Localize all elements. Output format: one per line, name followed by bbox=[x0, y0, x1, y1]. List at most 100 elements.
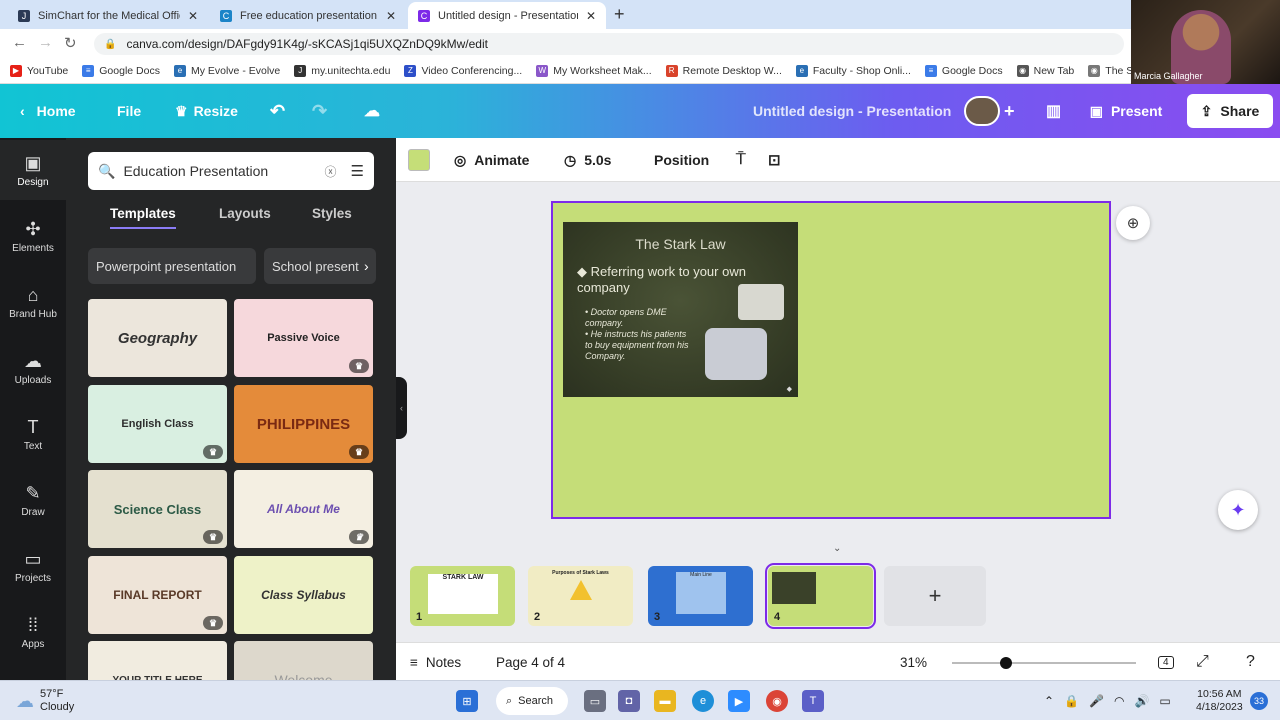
rail-item-projects[interactable]: ▭ Projects bbox=[0, 536, 66, 596]
bookmark-label: Remote Desktop W... bbox=[682, 64, 782, 77]
close-tab-icon[interactable]: ✕ bbox=[188, 9, 198, 23]
home-button[interactable]: ‹ Home bbox=[20, 84, 76, 138]
collaborator-avatars[interactable] bbox=[964, 96, 1000, 126]
help-icon[interactable]: ? bbox=[1246, 643, 1255, 681]
close-tab-icon[interactable]: ✕ bbox=[586, 9, 596, 23]
template-search-input[interactable]: 🔍 Education Presentation ⓧ ☰ bbox=[88, 152, 374, 190]
bookmark-new-tab[interactable]: ◉ New Tab bbox=[1016, 64, 1074, 77]
present-button[interactable]: ▣ Present bbox=[1080, 96, 1172, 126]
rail-item-draw[interactable]: ✎ Draw bbox=[0, 470, 66, 530]
template-geography[interactable]: Geography bbox=[88, 299, 227, 377]
zoom-slider-handle[interactable] bbox=[1000, 657, 1012, 669]
add-page-button[interactable]: + bbox=[884, 566, 986, 626]
bookmark-google-docs-2[interactable]: ≡ Google Docs bbox=[924, 64, 1003, 77]
template-class-syllabus[interactable]: Class Syllabus bbox=[234, 556, 373, 634]
clock[interactable]: 10:56 AM 4/18/2023 bbox=[1196, 681, 1243, 721]
fullscreen-icon[interactable]: ⤢ bbox=[1196, 643, 1209, 681]
bookmark-worksheet[interactable]: W My Worksheet Mak... bbox=[536, 64, 652, 77]
bookmark-unitechta[interactable]: Jmy.unitechta.edu bbox=[294, 64, 390, 77]
teams-chat-icon[interactable]: ◘ bbox=[618, 681, 640, 721]
browser-tab-simchart[interactable]: J SimChart for the Medical Office ✕ bbox=[8, 2, 208, 29]
add-comment-icon[interactable]: ⊕ bbox=[1116, 206, 1150, 240]
animate-button[interactable]: ◎ Animate bbox=[454, 138, 529, 182]
rail-item-text[interactable]: T Text bbox=[0, 404, 66, 464]
undo-icon[interactable]: ↶ bbox=[270, 84, 285, 138]
notifications-button[interactable]: 33 bbox=[1250, 681, 1268, 721]
template-science-class[interactable]: Science Class ♛ bbox=[88, 470, 227, 548]
rail-item-elements[interactable]: ✣ Elements bbox=[0, 206, 66, 266]
clear-search-icon[interactable]: ⓧ bbox=[325, 163, 337, 180]
system-tray[interactable]: ⌃ 🔒 🎤 ◠ 🔊 ▭ bbox=[1044, 681, 1171, 721]
taskbar-search[interactable]: ⌕ Search bbox=[496, 687, 568, 715]
rail-item-apps[interactable]: ⁞⁞ Apps bbox=[0, 602, 66, 662]
bookmark-remote-desktop[interactable]: R Remote Desktop W... bbox=[665, 64, 782, 77]
template-welcome[interactable]: Welcome bbox=[234, 641, 373, 680]
template-your-title-here[interactable]: YOUR TITLE HERE bbox=[88, 641, 227, 680]
edge-icon[interactable]: e bbox=[692, 681, 714, 721]
chip-powerpoint-presentation[interactable]: Powerpoint presentation bbox=[88, 248, 256, 284]
file-menu[interactable]: File bbox=[117, 84, 141, 138]
tab-layouts[interactable]: Layouts bbox=[219, 200, 271, 227]
resize-button[interactable]: ♛ Resize bbox=[175, 84, 238, 138]
page-thumb-3[interactable]: Main Line 3 bbox=[648, 566, 753, 626]
chrome-icon[interactable]: ◉ bbox=[766, 681, 788, 721]
close-tab-icon[interactable]: ✕ bbox=[386, 9, 396, 23]
slide-image-stark-law[interactable]: The Stark Law ◆ Referring work to your o… bbox=[563, 222, 798, 397]
page-grid-button[interactable]: 4 bbox=[1158, 643, 1174, 681]
zoom-value[interactable]: 31% bbox=[900, 643, 927, 681]
rail-item-design[interactable]: ▣ Design bbox=[0, 140, 66, 200]
background-color-swatch[interactable] bbox=[408, 149, 430, 171]
lock-icon[interactable]: ⊡ bbox=[768, 138, 781, 182]
url-field[interactable]: 🔒 canva.com/design/DAFgdy91K4g/-sKCASj1q… bbox=[94, 33, 1124, 55]
rail-item-uploads[interactable]: ☁ Uploads bbox=[0, 338, 66, 398]
notes-button[interactable]: ≡ Notes bbox=[410, 643, 461, 681]
template-final-report[interactable]: FINAL REPORT ♛ bbox=[88, 556, 227, 634]
collapse-panel-handle[interactable]: ‹ bbox=[396, 377, 407, 439]
upload-icon: ☁ bbox=[24, 350, 42, 371]
page-thumb-1[interactable]: STARK LAW 1 bbox=[410, 566, 515, 626]
task-view-icon[interactable]: ▭ bbox=[584, 681, 606, 721]
position-button[interactable]: Position bbox=[654, 138, 709, 182]
template-label: PHILIPPINES bbox=[256, 415, 351, 433]
browser-tab-education[interactable]: C Free education presentation tem ✕ bbox=[210, 2, 406, 29]
template-philippines[interactable]: PHILIPPINES ♛ bbox=[234, 385, 373, 463]
template-all-about-me[interactable]: All About Me ♛ bbox=[234, 470, 373, 548]
bookmark-evolve[interactable]: e My Evolve - Evolve bbox=[173, 64, 280, 77]
paint-format-icon[interactable]: ⍑ bbox=[736, 138, 746, 182]
chip-school-presentation[interactable]: School present bbox=[264, 248, 376, 284]
share-button[interactable]: ⇪ Share bbox=[1187, 94, 1273, 128]
file-explorer-icon[interactable]: ▬ bbox=[654, 681, 676, 721]
zoom-slider-track[interactable] bbox=[952, 662, 1136, 664]
zoom-label: 31% bbox=[900, 654, 928, 670]
browser-tab-untitled[interactable]: C Untitled design - Presentation ✕ bbox=[408, 2, 606, 29]
tab-templates[interactable]: Templates bbox=[110, 200, 176, 229]
zoom-app-icon[interactable]: ▶ bbox=[728, 681, 750, 721]
rail-item-brand-hub[interactable]: ⌂ Brand Hub bbox=[0, 272, 66, 332]
page-thumb-4[interactable]: 4 bbox=[765, 563, 876, 629]
forward-icon[interactable]: → bbox=[38, 34, 53, 51]
teams-icon[interactable]: T bbox=[802, 681, 824, 721]
insights-chart-icon[interactable]: ▥ bbox=[1046, 84, 1061, 138]
bookmark-video-conferencing[interactable]: Z Video Conferencing... bbox=[404, 64, 522, 77]
reload-icon[interactable]: ↻ bbox=[64, 34, 77, 52]
bookmark-faculty-shop[interactable]: e Faculty - Shop Onli... bbox=[795, 64, 911, 77]
chevron-right-icon[interactable]: › bbox=[364, 258, 369, 274]
add-collaborator-icon[interactable]: + bbox=[1004, 84, 1015, 138]
weather-widget[interactable]: ☁ 57°F Cloudy bbox=[16, 681, 74, 721]
start-button[interactable]: ⊞ bbox=[456, 681, 478, 721]
magic-assistant-icon[interactable]: ✦ bbox=[1218, 490, 1258, 530]
design-title[interactable]: Untitled design - Presentation bbox=[753, 103, 951, 119]
filter-icon[interactable]: ☰ bbox=[351, 162, 364, 180]
tab-styles[interactable]: Styles bbox=[312, 200, 352, 227]
redo-icon[interactable]: ↷ bbox=[312, 84, 327, 138]
template-english-class[interactable]: English Class ♛ bbox=[88, 385, 227, 463]
folder-icon: ▭ bbox=[24, 548, 42, 569]
page-thumb-2[interactable]: Purposes of Stark Laws 2 bbox=[528, 566, 633, 626]
new-tab-button[interactable]: + bbox=[614, 4, 625, 25]
duration-button[interactable]: ◷ 5.0s bbox=[564, 138, 611, 182]
bookmark-google-docs[interactable]: ≡ Google Docs bbox=[82, 64, 160, 77]
back-icon[interactable]: ← bbox=[12, 34, 27, 51]
template-passive-voice[interactable]: Passive Voice ♛ bbox=[234, 299, 373, 377]
cloud-saved-icon[interactable]: ☁ bbox=[364, 84, 380, 138]
bookmark-youtube[interactable]: ▶ YouTube bbox=[10, 64, 68, 77]
